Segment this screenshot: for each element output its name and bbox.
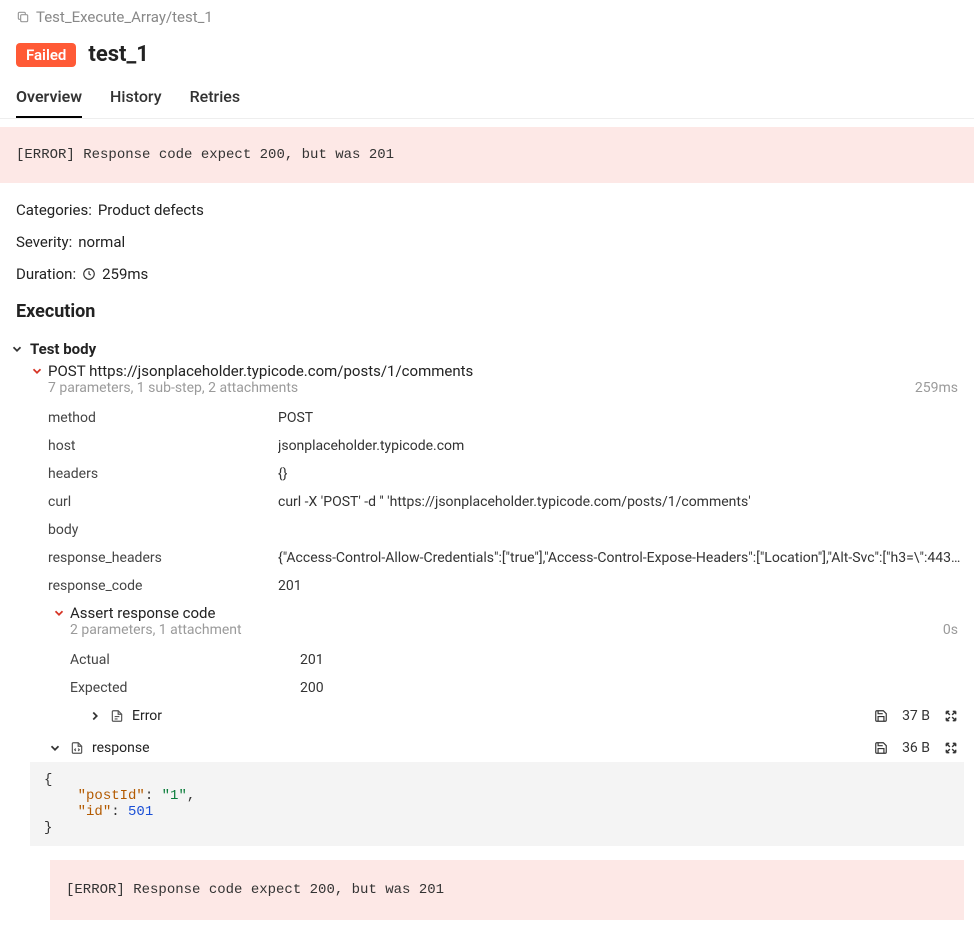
assert-subtitle: 2 parameters, 1 attachment [70,622,242,638]
error-banner-bottom: [ERROR] Response code expect 200, but wa… [50,860,964,920]
duration-value: 259ms [102,265,148,283]
error-banner-top: [ERROR] Response code expect 200, but wa… [0,127,974,183]
categories-label: Categories: [16,201,92,219]
param-key: Expected [70,680,300,696]
meta-severity: Severity: normal [16,233,958,251]
param-key: headers [48,466,278,482]
param-val: curl -X 'POST' -d '' 'https://jsonplaceh… [278,494,751,510]
param-val: jsonplaceholder.typicode.com [278,438,464,454]
meta-categories: Categories: Product defects [16,201,958,219]
param-row: body [48,516,964,544]
save-icon[interactable] [874,741,888,755]
tabs: Overview History Retries [0,79,974,119]
param-val: {} [278,466,287,482]
param-val: 201 [300,652,324,668]
chevron-down-icon [30,364,44,378]
meta-duration: Duration: 259ms [16,265,958,283]
chevron-right-icon [88,709,102,723]
clock-icon [82,267,96,281]
breadcrumb-text: Test_Execute_Array/test_1 [36,8,213,26]
param-val: 201 [278,578,302,594]
tab-overview[interactable]: Overview [16,79,82,118]
param-row: curlcurl -X 'POST' -d '' 'https://jsonpl… [48,488,964,516]
attachment-response-label: response [92,740,150,756]
attachment-error-size: 37 B [902,708,930,724]
categories-value: Product defects [98,201,204,219]
duration-label: Duration: [16,265,76,283]
test-body-toggle[interactable]: Test body [10,336,964,362]
param-key: method [48,410,278,426]
param-key: curl [48,494,278,510]
copy-icon[interactable] [16,10,30,24]
chevron-down-icon [48,741,62,755]
attachment-error[interactable]: Error 37 B [70,702,964,730]
expand-icon[interactable] [944,709,958,723]
param-row: Expected200 [70,674,964,702]
param-key: response_code [48,578,278,594]
param-row: methodPOST [48,404,964,432]
chevron-down-icon [52,606,66,620]
chevron-down-icon [10,342,24,356]
meta-block: Categories: Product defects Severity: no… [0,183,974,291]
param-val: 200 [300,680,324,696]
param-row: response_code201 [48,572,964,600]
execution-heading: Execution [0,291,974,328]
severity-label: Severity: [16,233,72,251]
severity-value: normal [78,233,125,251]
param-row: hostjsonplaceholder.typicode.com [48,432,964,460]
param-row: Actual201 [70,646,964,674]
param-key: host [48,438,278,454]
param-val: POST [278,410,313,426]
step-post-toggle[interactable]: POST https://jsonplaceholder.typicode.co… [30,362,964,380]
param-key: Actual [70,652,300,668]
assert-toggle[interactable]: Assert response code [52,604,964,622]
tab-retries[interactable]: Retries [190,79,241,118]
assert-title: Assert response code [70,604,215,622]
breadcrumb: Test_Execute_Array/test_1 [0,0,974,34]
file-text-icon [110,709,124,723]
step-post-subtitle: 7 parameters, 1 sub-step, 2 attachments [48,380,298,396]
test-body-label: Test body [30,340,96,358]
param-row: headers{} [48,460,964,488]
param-val: {"Access-Control-Allow-Credentials":["tr… [278,550,964,566]
param-row: response_headers{"Access-Control-Allow-C… [48,544,964,572]
tab-history[interactable]: History [110,79,162,118]
step-post-time: 259ms [915,380,964,396]
page-header: Failed test_1 [0,34,974,79]
attachment-response[interactable]: response 36 B [30,734,964,762]
expand-icon[interactable] [944,741,958,755]
assert-time: 0s [943,622,964,638]
step-post-title: POST https://jsonplaceholder.typicode.co… [48,362,473,380]
save-icon[interactable] [874,709,888,723]
status-badge: Failed [16,43,76,67]
param-key: body [48,522,278,538]
attachment-error-label: Error [132,708,162,724]
response-body-code: { "postId": "1", "id": 501 } [30,762,964,846]
file-code-icon [70,741,84,755]
attachment-response-size: 36 B [902,740,930,756]
page-title: test_1 [88,42,148,67]
param-key: response_headers [48,550,278,566]
